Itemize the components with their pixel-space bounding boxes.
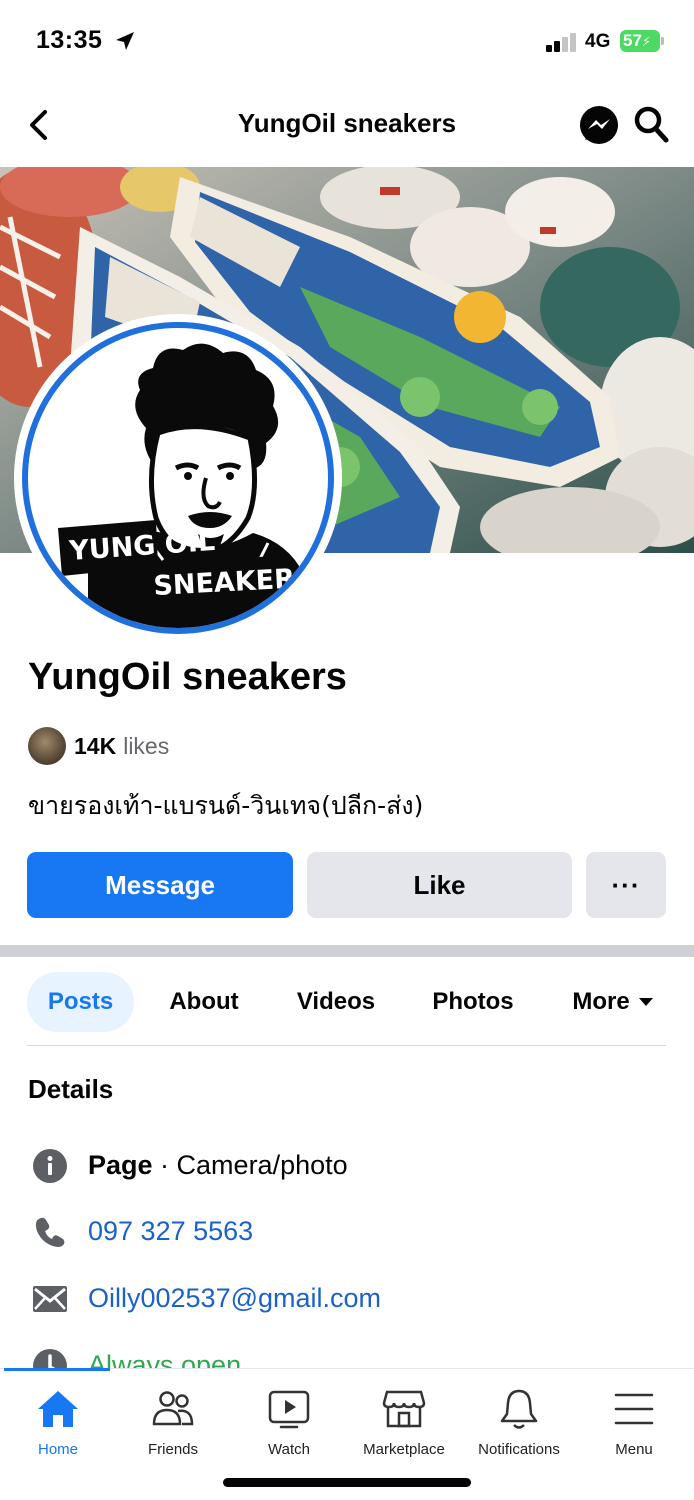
likes-count: 14K [74, 732, 117, 759]
section-divider [0, 945, 694, 957]
home-indicator [223, 1478, 471, 1487]
nav-friends[interactable]: Friends [115, 1387, 231, 1458]
bell-icon [461, 1387, 577, 1431]
nav-menu-label: Menu [615, 1441, 653, 1458]
signal-icon [546, 32, 578, 57]
detail-email[interactable]: Oilly002537@gmail.com [0, 1277, 694, 1321]
nav-watch-label: Watch [268, 1441, 310, 1458]
nav-friends-label: Friends [147, 1441, 199, 1458]
friends-icon [115, 1387, 231, 1431]
email-address[interactable]: Oilly002537@gmail.com [88, 1283, 381, 1314]
like-button[interactable]: Like [307, 852, 572, 918]
nav-watch[interactable]: Watch [231, 1387, 347, 1458]
page-header: YungOil sneakers [0, 84, 694, 166]
tab-videos[interactable]: Videos [282, 972, 390, 1032]
status-time: 13:35 [36, 26, 103, 54]
battery-cap [661, 37, 664, 45]
nav-marketplace[interactable]: Marketplace [346, 1387, 462, 1458]
liker-avatar [28, 727, 66, 765]
nav-home[interactable]: Home [0, 1387, 116, 1458]
tab-photos[interactable]: Photos [418, 972, 528, 1032]
nav-notifications-label: Notifications [478, 1441, 560, 1458]
details-heading: Details [28, 1074, 114, 1104]
phone-icon [32, 1214, 68, 1250]
network-type: 4G [585, 31, 611, 52]
page-name: YungOil sneakers [28, 656, 347, 698]
detail-phone[interactable]: 097 327 5563 [0, 1210, 694, 1254]
page-type-label: Page [88, 1150, 153, 1180]
likes-label: likes [123, 732, 170, 759]
likes-row[interactable]: 14K likes [28, 726, 169, 766]
caret-down-icon [638, 998, 653, 1006]
tabs-separator [27, 1045, 666, 1046]
page-category: · Camera/photo [152, 1150, 348, 1180]
nav-menu[interactable]: Menu [576, 1387, 692, 1458]
page-tabs: Posts About Videos Photos More [0, 972, 694, 1032]
messenger-icon[interactable] [578, 104, 620, 151]
marketplace-icon [346, 1387, 462, 1431]
logo-image: YUNG OIL SNEAKERS [58, 343, 315, 628]
info-icon [32, 1148, 68, 1184]
profile-picture[interactable]: YUNG OIL SNEAKERS [22, 322, 334, 634]
tab-posts[interactable]: Posts [27, 972, 134, 1032]
nav-marketplace-label: Marketplace [363, 1441, 445, 1458]
nav-notifications[interactable]: Notifications [461, 1387, 577, 1458]
menu-icon [576, 1387, 692, 1431]
detail-page-category: Page · Camera/photo [0, 1144, 694, 1188]
envelope-icon [32, 1281, 68, 1317]
battery-icon: 57⚡ [620, 30, 660, 52]
watch-icon [231, 1387, 347, 1431]
nav-home-label: Home [37, 1441, 78, 1458]
tab-more[interactable]: More [560, 972, 666, 1032]
home-icon [0, 1387, 116, 1431]
more-options-button[interactable]: ··· [586, 852, 666, 918]
tab-about[interactable]: About [152, 972, 256, 1032]
status-bar: 13:35 4G 57⚡ [0, 0, 694, 84]
message-button[interactable]: Message [27, 852, 293, 918]
search-icon[interactable] [634, 106, 670, 149]
tab-more-label: More [572, 988, 630, 1015]
location-arrow-icon [114, 30, 136, 57]
page-bio: ขายรองเท้า-แบรนด์-วินเทจ(ปลีก-ส่ง) [28, 791, 424, 820]
active-tab-indicator [4, 1368, 110, 1371]
battery-level: 57 [623, 31, 642, 50]
phone-number[interactable]: 097 327 5563 [88, 1216, 253, 1247]
